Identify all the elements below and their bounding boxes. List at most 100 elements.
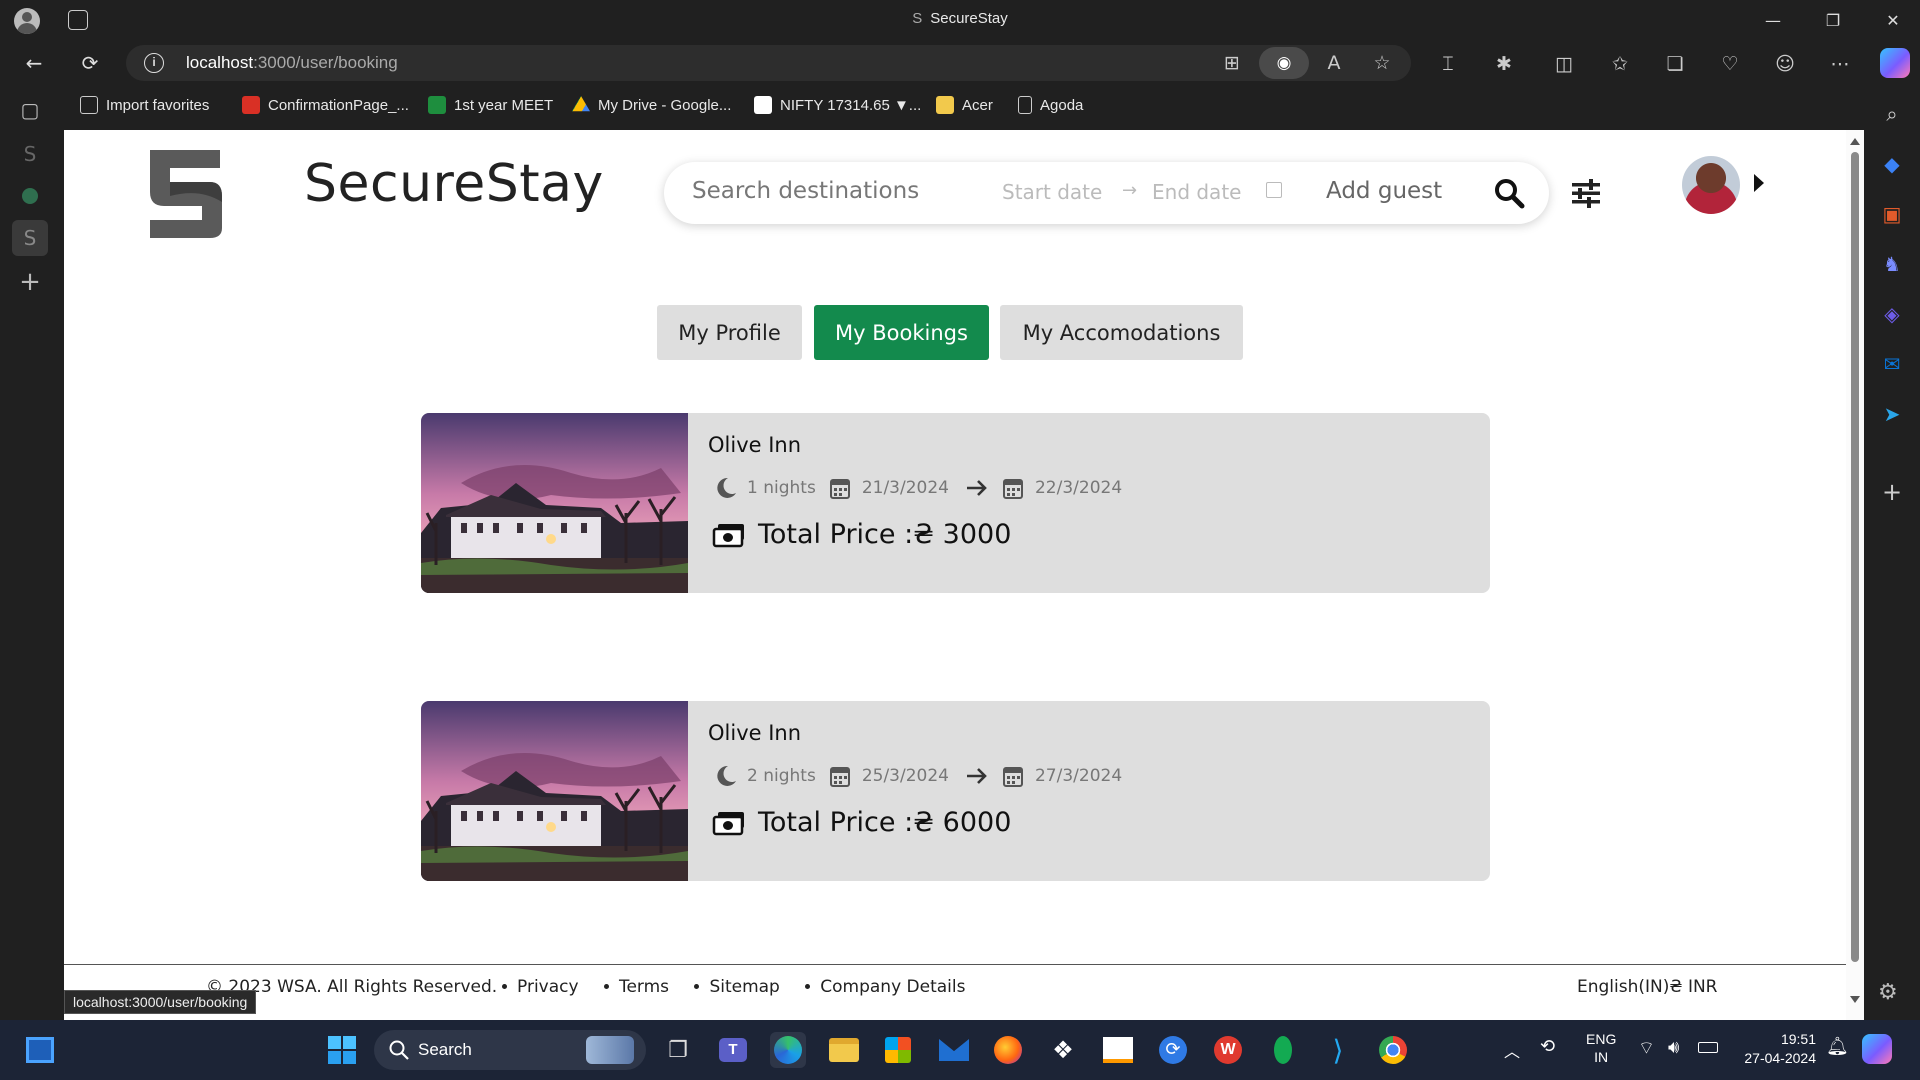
battery-icon[interactable] xyxy=(1698,1042,1718,1053)
arrow-right-icon xyxy=(966,768,987,784)
tab-my-profile[interactable]: My Profile xyxy=(657,305,802,360)
dropbox-icon[interactable]: ❖ xyxy=(1045,1032,1081,1068)
calendar-icon xyxy=(1002,767,1023,787)
start-date-input[interactable]: Start date xyxy=(1002,180,1102,204)
feedback-icon[interactable]: ☺ xyxy=(1771,50,1799,78)
outlook-icon[interactable]: ✉ xyxy=(1878,350,1906,378)
translate-icon[interactable]: ⌶ xyxy=(1434,50,1462,78)
task-view-icon[interactable]: ❐ xyxy=(660,1032,696,1068)
favorite-agoda[interactable]: Agoda xyxy=(1018,96,1083,114)
locale-currency-selector[interactable]: English(IN)₴ INR xyxy=(1577,977,1717,997)
scrollbar-thumb[interactable] xyxy=(1851,152,1859,962)
tab-my-accomodations[interactable]: My Accomodations xyxy=(1000,305,1243,360)
notifications-bell-icon[interactable]: 🔔︎ xyxy=(1826,1036,1849,1057)
edge-icon[interactable] xyxy=(770,1032,806,1068)
favorite-import[interactable]: Import favorites xyxy=(80,96,209,114)
favorite-nifty[interactable]: NIFTY 17314.65 ▼... xyxy=(754,96,921,114)
refresh-icon[interactable]: ⟳ xyxy=(72,46,108,80)
scroll-down-arrow-icon[interactable] xyxy=(1850,996,1860,1003)
clock[interactable]: 19:51 27-04-2024 xyxy=(1736,1030,1816,1068)
destination-input[interactable]: Search destinations xyxy=(692,178,919,204)
site-info-icon[interactable]: i xyxy=(144,53,164,73)
back-icon[interactable]: ← xyxy=(16,46,52,80)
start-button-icon[interactable] xyxy=(324,1032,360,1068)
chrome-icon[interactable] xyxy=(1375,1032,1411,1068)
mail-icon[interactable] xyxy=(936,1032,972,1068)
booking-card[interactable]: Olive Inn 1 nights 21/3/2024 22/3/2024 T… xyxy=(421,413,1490,593)
filter-sliders-icon[interactable] xyxy=(1570,178,1602,208)
show-hidden-icons-chevron[interactable]: ︿ xyxy=(1504,1038,1520,1062)
add-sidebar-app-icon[interactable]: + xyxy=(1878,478,1906,506)
games-icon[interactable]: ♞ xyxy=(1878,250,1906,278)
mongodb-compass-icon[interactable] xyxy=(1265,1032,1301,1068)
taskbar-search-box[interactable]: Search xyxy=(374,1030,646,1070)
footer-link-company-details[interactable]: Company Details xyxy=(805,977,965,997)
footer-link-privacy[interactable]: Privacy xyxy=(502,977,579,997)
tab-green-site[interactable] xyxy=(12,178,48,214)
new-tab-icon[interactable]: + xyxy=(12,264,48,300)
more-menu-icon[interactable]: ⋯ xyxy=(1826,50,1854,78)
sync-status-icon[interactable]: ⟲ xyxy=(1540,1036,1555,1057)
app-available-icon[interactable]: ⊞ xyxy=(1218,49,1246,77)
tracking-prevention-icon[interactable]: ◉ xyxy=(1259,47,1309,79)
close-button[interactable]: ✕ xyxy=(1866,0,1920,40)
language-indicator[interactable]: ENG IN xyxy=(1586,1030,1616,1066)
securestay-logo-icon[interactable] xyxy=(140,142,230,242)
favorites-icon[interactable]: ✩ xyxy=(1606,50,1634,78)
search-button-icon[interactable] xyxy=(1492,176,1526,210)
favorite-drive[interactable]: My Drive - Google... xyxy=(572,96,731,114)
amazon-icon[interactable] xyxy=(1100,1032,1136,1068)
booking-card[interactable]: Olive Inn 2 nights 25/3/2024 27/3/2024 T… xyxy=(421,701,1490,881)
shopping-tag-icon[interactable]: ◆ xyxy=(1878,150,1906,178)
extensions-icon[interactable]: ✱ xyxy=(1490,50,1518,78)
widgets-icon[interactable] xyxy=(22,1032,58,1068)
user-avatar[interactable] xyxy=(1682,156,1740,214)
favorite-acer[interactable]: Acer xyxy=(936,96,993,114)
profile-dropdown-caret-icon[interactable] xyxy=(1754,174,1764,192)
tab-actions-icon[interactable]: ▢ xyxy=(12,92,48,128)
store-bag-icon xyxy=(885,1037,911,1063)
tab-securestay-1[interactable]: S xyxy=(12,136,48,172)
address-bar[interactable]: i localhost:3000/user/booking ⊞ ◉ A ☆ xyxy=(126,45,1411,81)
end-date-input[interactable]: End date xyxy=(1152,180,1241,204)
amazon-logo-icon xyxy=(1103,1037,1133,1063)
footer-link-sitemap[interactable]: Sitemap xyxy=(694,977,780,997)
browser-essentials-icon[interactable]: ♡ xyxy=(1716,50,1744,78)
money-icon xyxy=(712,811,744,835)
send-icon[interactable]: ➤ xyxy=(1878,400,1906,428)
wps-office-icon[interactable]: W xyxy=(1210,1032,1246,1068)
address-url[interactable]: localhost:3000/user/booking xyxy=(186,53,398,73)
copilot-sidebar-icon[interactable]: ◈ xyxy=(1878,300,1906,328)
sync-app-icon[interactable]: ⟳ xyxy=(1155,1032,1191,1068)
search-icon[interactable]: ⌕ xyxy=(1878,100,1906,128)
sidebar-settings-icon[interactable]: ⚙ xyxy=(1878,980,1898,1005)
volume-icon[interactable]: 🔊︎ xyxy=(1668,1037,1679,1058)
restore-button[interactable]: ❐ xyxy=(1806,0,1860,40)
moon-icon xyxy=(717,477,736,498)
collections-icon[interactable]: ❏ xyxy=(1661,50,1689,78)
wifi-icon[interactable]: ⌔ xyxy=(1638,1037,1655,1060)
favorite-confirmation-page[interactable]: ConfirmationPage_... xyxy=(242,96,409,114)
brand-name[interactable]: SecureStay xyxy=(304,154,604,214)
file-explorer-icon[interactable] xyxy=(826,1032,862,1068)
minimize-button[interactable]: — xyxy=(1746,0,1800,40)
calendar-icon[interactable] xyxy=(1266,182,1282,198)
favorite-meet[interactable]: 1st year MEET xyxy=(428,96,553,114)
vertical-tabs-bar: ▢ S S + xyxy=(0,86,62,1020)
tab-securestay-active[interactable]: S xyxy=(12,220,48,256)
copilot-icon[interactable] xyxy=(1880,48,1910,78)
footer-link-terms[interactable]: Terms xyxy=(603,977,669,997)
favorite-star-icon[interactable]: ☆ xyxy=(1368,49,1396,77)
read-aloud-icon[interactable]: A xyxy=(1320,49,1348,77)
vscode-icon[interactable]: ⟩ xyxy=(1320,1032,1356,1068)
tools-icon[interactable]: ▣ xyxy=(1878,200,1906,228)
firefox-icon[interactable] xyxy=(990,1032,1026,1068)
microsoft-store-icon[interactable] xyxy=(880,1032,916,1068)
copilot-taskbar-icon[interactable] xyxy=(1862,1034,1892,1064)
teams-icon[interactable]: T xyxy=(715,1032,751,1068)
page-scrollbar[interactable] xyxy=(1846,130,1864,1020)
guest-input[interactable]: Add guest xyxy=(1326,178,1442,204)
scroll-up-arrow-icon[interactable] xyxy=(1850,138,1860,145)
split-screen-icon[interactable]: ◫ xyxy=(1550,50,1578,78)
tab-my-bookings[interactable]: My Bookings xyxy=(814,305,989,360)
